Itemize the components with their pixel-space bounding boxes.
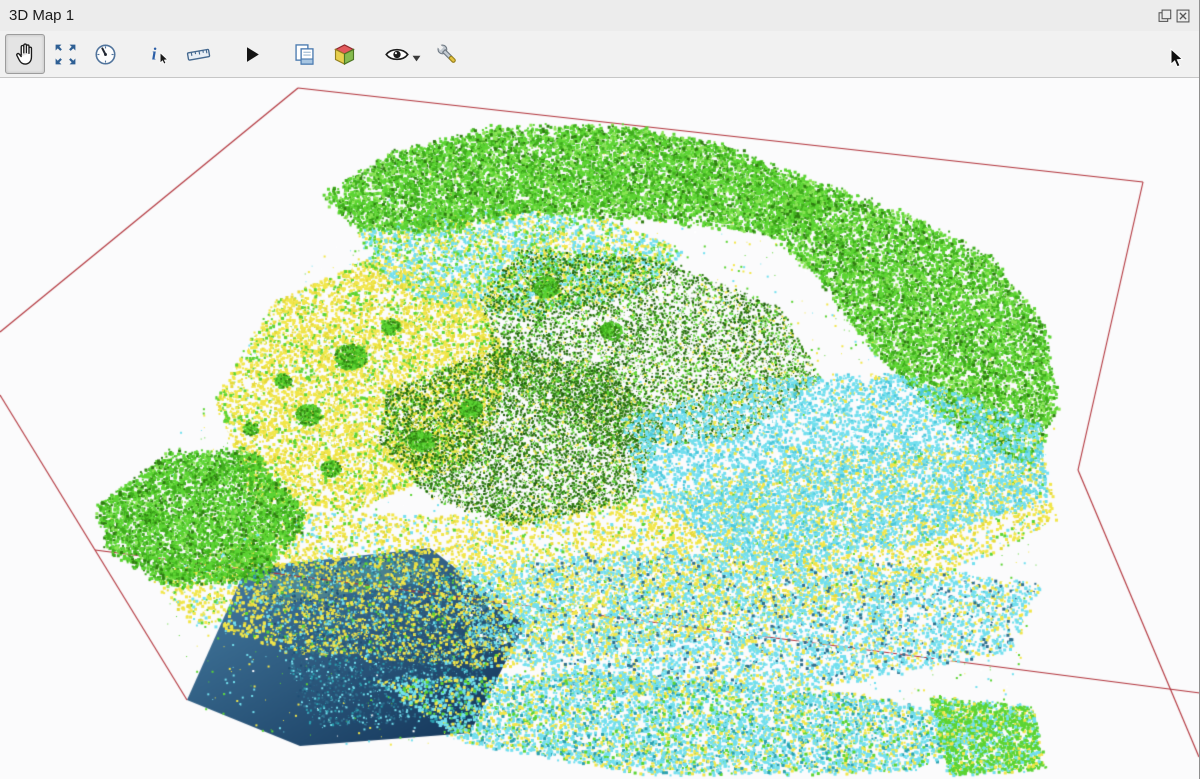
chevron-down-icon [412, 54, 421, 63]
zoom-full-button[interactable] [45, 34, 85, 74]
toolbar-group-export [284, 34, 364, 74]
measure-line-button[interactable] [178, 34, 218, 74]
effects-button[interactable] [324, 34, 364, 74]
toolbar-group-navigation [5, 34, 125, 74]
undock-button[interactable] [1158, 9, 1172, 23]
toolbar-3d-map: i [0, 31, 1199, 78]
ruler-icon [185, 41, 212, 68]
wrench-icon [434, 41, 461, 68]
pages-icon [291, 41, 318, 68]
window-title: 3D Map 1 [9, 7, 74, 24]
pan-tool-button[interactable] [5, 34, 45, 74]
close-icon [1176, 9, 1190, 23]
close-button[interactable] [1176, 9, 1190, 23]
scene-canvas[interactable] [0, 78, 1199, 778]
undock-icon [1158, 9, 1172, 23]
identify-icon: i [145, 41, 172, 68]
map-viewport-3d [0, 78, 1199, 779]
settings-button[interactable] [427, 34, 467, 74]
toolbar-group-options [377, 34, 467, 74]
camera-rotation-button[interactable] [85, 34, 125, 74]
zoom-full-icon [52, 41, 79, 68]
svg-text:i: i [151, 44, 156, 63]
hand-icon [12, 41, 39, 68]
visibility-options-button[interactable] [377, 34, 427, 74]
window-controls [1158, 9, 1190, 23]
export-scene-button[interactable] [284, 34, 324, 74]
cube-icon [331, 41, 358, 68]
map-window: 3D Map 1 [0, 0, 1200, 779]
toolbar-group-animation [231, 34, 271, 74]
play-icon [238, 41, 265, 68]
eye-icon [383, 41, 411, 68]
compass-icon [92, 41, 119, 68]
titlebar: 3D Map 1 [0, 0, 1199, 31]
identify-button[interactable]: i [138, 34, 178, 74]
toolbar-group-inspect: i [138, 34, 218, 74]
play-animation-button[interactable] [231, 34, 271, 74]
